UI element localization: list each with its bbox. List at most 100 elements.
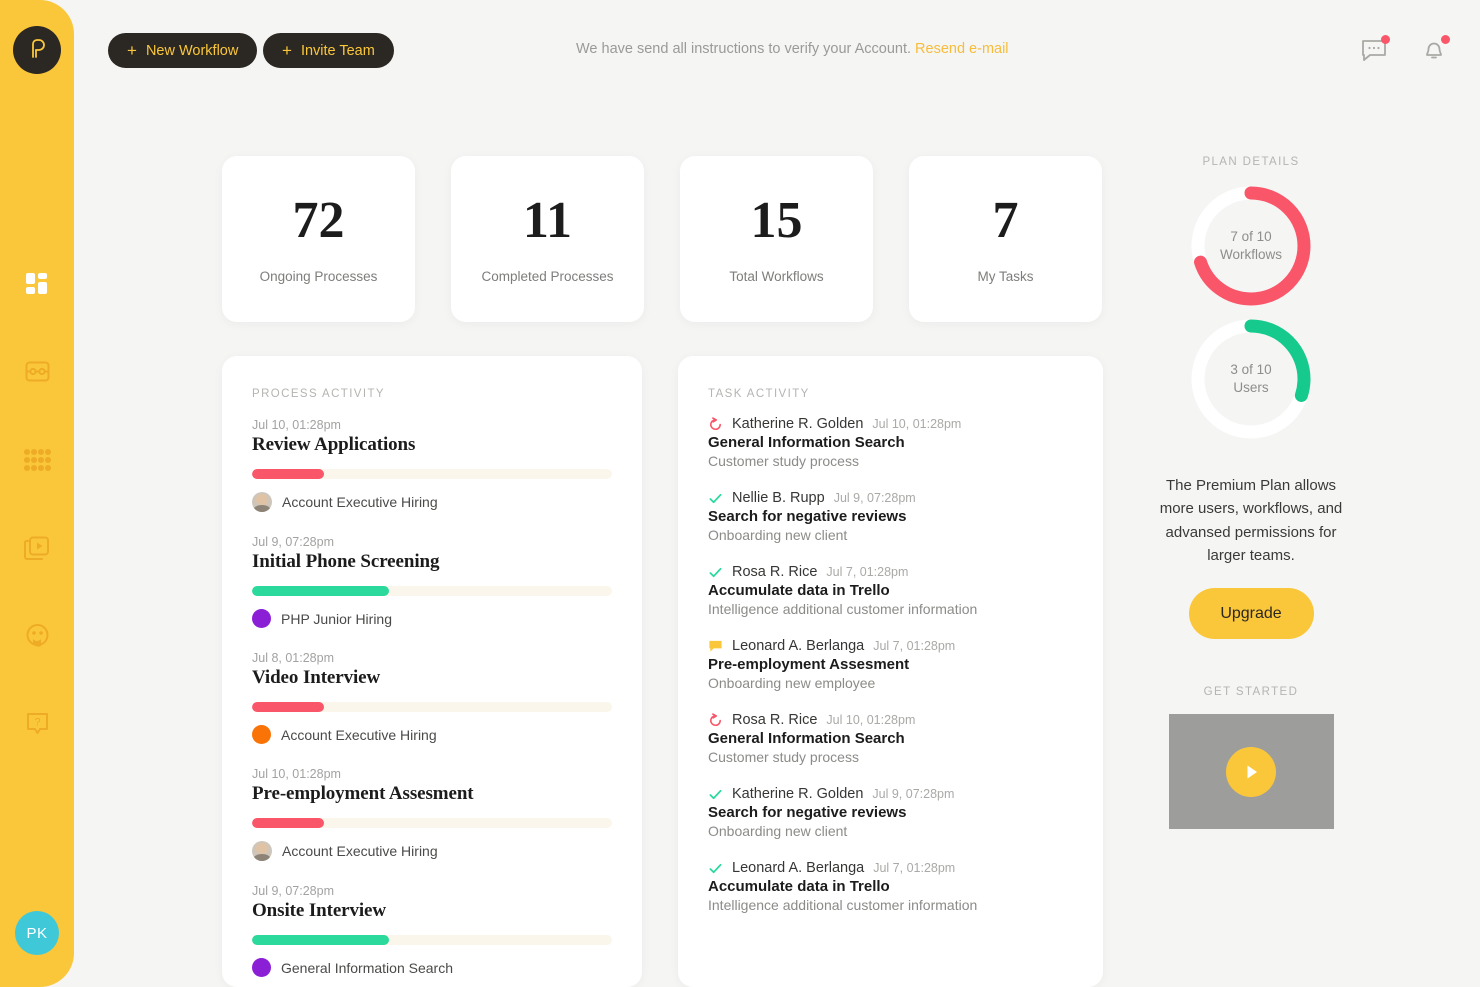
stat-label: Completed Processes (481, 268, 614, 284)
stat-value: 11 (522, 191, 573, 249)
question-help-icon: ? (26, 712, 48, 734)
invite-team-button[interactable]: + Invite Team (263, 33, 394, 68)
process-progress-bar (252, 586, 612, 596)
avatar[interactable]: PK (15, 911, 59, 955)
stat-value: 7 (992, 191, 1019, 249)
process-workflow-label: PHP Junior Hiring (281, 610, 393, 627)
task-subtitle: Onboarding new client (708, 823, 848, 839)
process-date: Jul 10, 01:28pm (252, 418, 341, 432)
process-name: Onsite Interview (252, 900, 387, 921)
stat-card[interactable]: 11 Completed Processes (451, 156, 644, 322)
messages-button[interactable] (1360, 35, 1390, 64)
dots-grid-icon (24, 449, 51, 471)
stat-card[interactable]: 15 Total Workflows (680, 156, 873, 322)
task-subtitle: Intelligence additional customer informa… (708, 897, 978, 913)
new-workflow-label: New Workflow (145, 42, 239, 59)
plan-details-heading: PLAN DETAILS (1202, 156, 1300, 168)
app-logo[interactable] (13, 26, 61, 74)
plus-icon: + (282, 41, 292, 60)
plan-details-rail: PLAN DETAILS 7 of 10 Workflows 3 of 10 User… (1150, 156, 1352, 829)
process-activity-panel: PROCESS ACTIVITY Jul 10, 01:28pm Review A… (222, 356, 642, 987)
play-triangle-icon (1226, 746, 1276, 797)
process-date: Jul 9, 07:28pm (252, 535, 334, 549)
task-activity-item[interactable]: Rosa R. Rice Jul 10, 01:28pm General Infor… (708, 712, 1073, 765)
task-activity-item[interactable]: Rosa R. Rice Jul 7, 01:28pm Accumulate dat… (708, 564, 1073, 617)
sidebar-item-support[interactable] (0, 592, 74, 680)
sidebar-item-media[interactable] (0, 504, 74, 592)
task-activity-panel: TASK ACTIVITY Katherine R. Golden Jul 10,… (678, 356, 1103, 987)
task-date: Jul 9, 07:28pm (833, 491, 916, 505)
task-activity-item[interactable]: Leonard A. Berlanga Jul 7, 01:28pm Pre-emp… (708, 638, 1073, 691)
rotate-pending-icon (710, 416, 721, 430)
process-activity-item[interactable]: Jul 9, 07:28pm Initial Phone Screening PHP… (252, 535, 612, 628)
task-activity-item[interactable]: Katherine R. Golden Jul 9, 07:28pm Search … (708, 786, 1073, 839)
ring-label: 3 of 10 Users (1191, 319, 1311, 439)
task-person: Katherine R. Golden (732, 416, 864, 432)
grid-dashboard-icon (26, 273, 47, 294)
stat-value: 15 (750, 191, 803, 249)
get-started-video[interactable] (1168, 714, 1334, 829)
task-activity-item[interactable]: Leonard A. Berlanga Jul 7, 01:28pm Accumul… (708, 860, 1073, 913)
media-play-icon (24, 536, 49, 560)
process-progress-bar (252, 935, 612, 945)
task-title: General Information Search (708, 730, 905, 747)
stat-card[interactable]: 7 My Tasks (909, 156, 1102, 322)
task-person: Katherine R. Golden (732, 786, 864, 802)
workflow-board-icon (25, 361, 49, 381)
task-subtitle: Intelligence additional customer informa… (708, 601, 978, 617)
task-title: Pre-employment Assesment (708, 656, 910, 673)
process-meta: Account Executive Hiring (252, 492, 612, 512)
process-workflow-label: Account Executive Hiring (281, 726, 437, 743)
task-subtitle: Onboarding new employee (708, 675, 876, 691)
upgrade-button[interactable]: Upgrade (1188, 588, 1314, 639)
task-person: Rosa R. Rice (732, 564, 818, 580)
sidebar-item-dashboard[interactable] (0, 240, 74, 328)
task-title: Search for negative reviews (708, 508, 907, 525)
ring-label: 7 of 10 Workflows (1191, 186, 1311, 306)
stat-card[interactable]: 72 Ongoing Processes (222, 156, 415, 322)
process-activity-item[interactable]: Jul 8, 01:28pm Video Interview Account Exe… (252, 651, 612, 744)
task-activity-item[interactable]: Katherine R. Golden Jul 10, 01:28pm Genera… (708, 416, 1073, 469)
sidebar-item-workflows[interactable] (0, 328, 74, 416)
plan-usage-rings: 7 of 10 Workflows 3 of 10 Users (1150, 186, 1352, 476)
task-title: Accumulate data in Trello (708, 582, 890, 599)
task-person: Leonard A. Berlanga (732, 638, 865, 654)
verify-message: We have send all instructions to verify … (576, 41, 912, 57)
task-activity-title: TASK ACTIVITY (708, 388, 810, 400)
process-activity-item[interactable]: Jul 9, 07:28pm Onsite Interview General In… (252, 884, 612, 977)
notification-badge (1441, 35, 1450, 44)
invite-team-label: Invite Team (300, 42, 375, 59)
process-activity-item[interactable]: Jul 10, 01:28pm Review Applications Accoun… (252, 418, 612, 512)
task-header-row: Leonard A. Berlanga Jul 7, 01:28pm (708, 638, 1073, 654)
ring-unit: Users (1233, 380, 1269, 395)
process-activity-item[interactable]: Jul 10, 01:28pm Pre-employment Assesment A… (252, 767, 612, 861)
task-person: Leonard A. Berlanga (732, 860, 865, 876)
process-tag-dot (252, 958, 271, 977)
task-activity-item[interactable]: Nellie B. Rupp Jul 9, 07:28pm Search for n… (708, 490, 1073, 543)
task-header-row: Leonard A. Berlanga Jul 7, 01:28pm (708, 860, 1073, 876)
process-progress-bar (252, 818, 612, 828)
ring-count: 3 of 10 (1230, 361, 1272, 377)
task-date: Jul 9, 07:28pm (872, 787, 955, 801)
process-name: Review Applications (252, 434, 416, 455)
avatar-initials: PK (26, 924, 48, 942)
notifications-button[interactable] (1420, 35, 1450, 64)
task-activity-list: Katherine R. Golden Jul 10, 01:28pm Genera… (678, 400, 1103, 913)
app-root: ? PK + New Workflow + Invite Team We hav… (0, 0, 1480, 987)
rotate-pending-icon (710, 712, 721, 726)
task-person: Nellie B. Rupp (732, 490, 825, 506)
new-workflow-button[interactable]: + New Workflow (108, 33, 258, 68)
sidebar-item-help[interactable]: ? (0, 680, 74, 768)
process-workflow-label: General Information Search (281, 959, 453, 976)
task-header-row: Rosa R. Rice Jul 7, 01:28pm (708, 564, 1073, 580)
process-date: Jul 8, 01:28pm (252, 651, 334, 665)
sidebar-item-processes[interactable] (0, 416, 74, 504)
task-header-row: Katherine R. Golden Jul 9, 07:28pm (708, 786, 1073, 802)
verify-account-notice: We have send all instructions to verify … (576, 41, 1009, 57)
svg-text:?: ? (34, 716, 40, 728)
task-date: Jul 10, 01:28pm (826, 713, 916, 727)
process-name: Initial Phone Screening (252, 551, 440, 572)
resend-email-link[interactable]: Resend e-mail (915, 41, 1009, 57)
process-meta: PHP Junior Hiring (252, 609, 612, 628)
process-tag-dot (252, 609, 271, 628)
